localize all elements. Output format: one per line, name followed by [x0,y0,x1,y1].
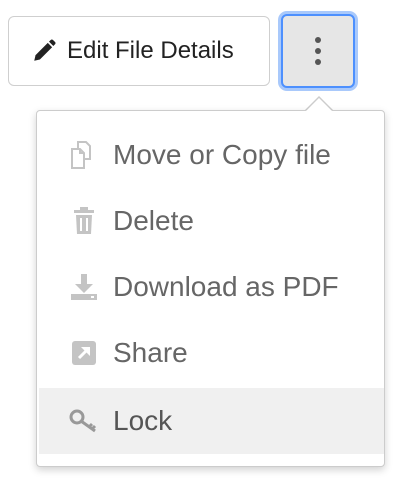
menu-item-download-pdf[interactable]: Download as PDF [39,254,384,320]
vertical-ellipsis-icon [315,37,321,65]
key-icon [67,404,101,438]
share-icon [67,336,101,370]
menu-item-label: Share [113,337,188,368]
edit-file-details-label: Edit File Details [67,37,234,64]
menu-item-label: Lock [113,405,173,436]
more-actions-button[interactable] [281,14,355,88]
menu-item-label: Move or Copy file [113,139,331,170]
more-actions-menu: Move or Copy file Delete Download as PDF… [36,110,385,467]
menu-item-label: Delete [113,205,194,236]
menu-item-move-or-copy[interactable]: Move or Copy file [39,122,384,188]
menu-item-label: Download as PDF [113,271,339,302]
trash-icon [67,204,101,238]
menu-item-share[interactable]: Share [39,320,384,386]
edit-file-details-button[interactable]: Edit File Details [8,16,270,86]
menu-item-lock[interactable]: Lock [39,388,384,454]
menu-item-delete[interactable]: Delete [39,188,384,254]
copy-icon [67,138,101,172]
download-icon [67,270,101,304]
file-actions-toolbar: Edit File Details Move or Copy file Dele… [0,0,394,486]
dropdown-caret-fill [305,98,333,112]
pencil-icon [31,38,57,64]
